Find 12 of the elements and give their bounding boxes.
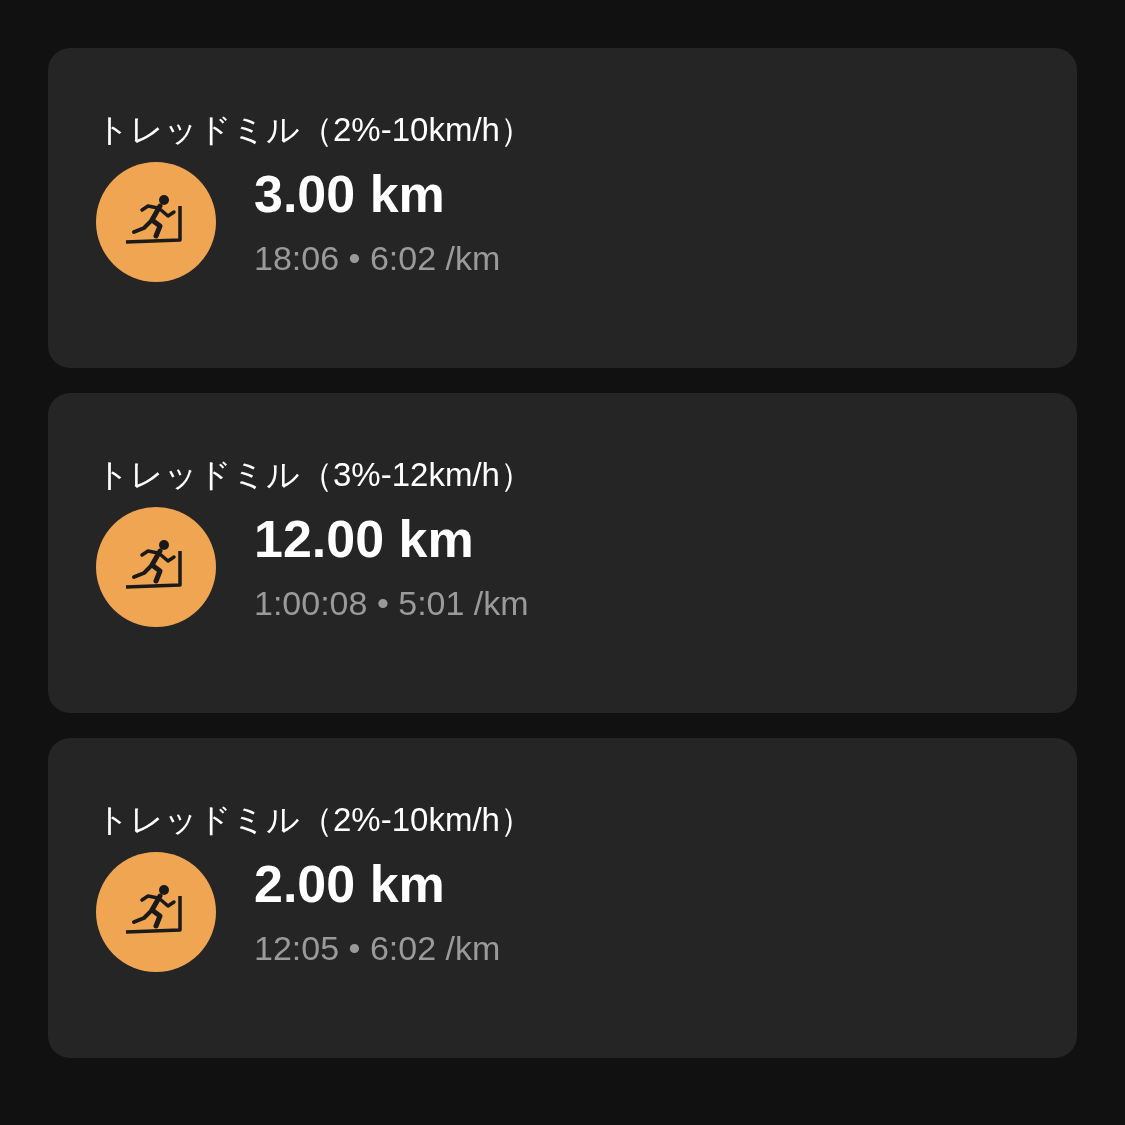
- time-pace-text: 1:00:08 • 5:01 /km: [254, 583, 529, 624]
- distance-value: 12.00 km: [254, 509, 474, 569]
- activity-card[interactable]: トレッドミル（2%-10km/h） 3.00 km 18:06 • 6:02 /km: [48, 48, 1077, 368]
- time-pace-text: 12:05 • 6:02 /km: [254, 928, 501, 969]
- distance-value: 3.00 km: [254, 164, 445, 224]
- activity-title: トレッドミル（2%-10km/h）: [96, 800, 533, 840]
- activity-card[interactable]: トレッドミル（2%-10km/h） 2.00 km 12:05 • 6:02 /km: [48, 738, 1077, 1058]
- activity-title: トレッドミル（3%-12km/h）: [96, 455, 533, 495]
- activity-card[interactable]: トレッドミル（3%-12km/h） 12.00 km 1:00:08 • 5:01 /km: [48, 393, 1077, 713]
- distance-value: 2.00 km: [254, 854, 445, 914]
- activity-title: トレッドミル（2%-10km/h）: [96, 110, 533, 150]
- time-pace-text: 18:06 • 6:02 /km: [254, 238, 501, 279]
